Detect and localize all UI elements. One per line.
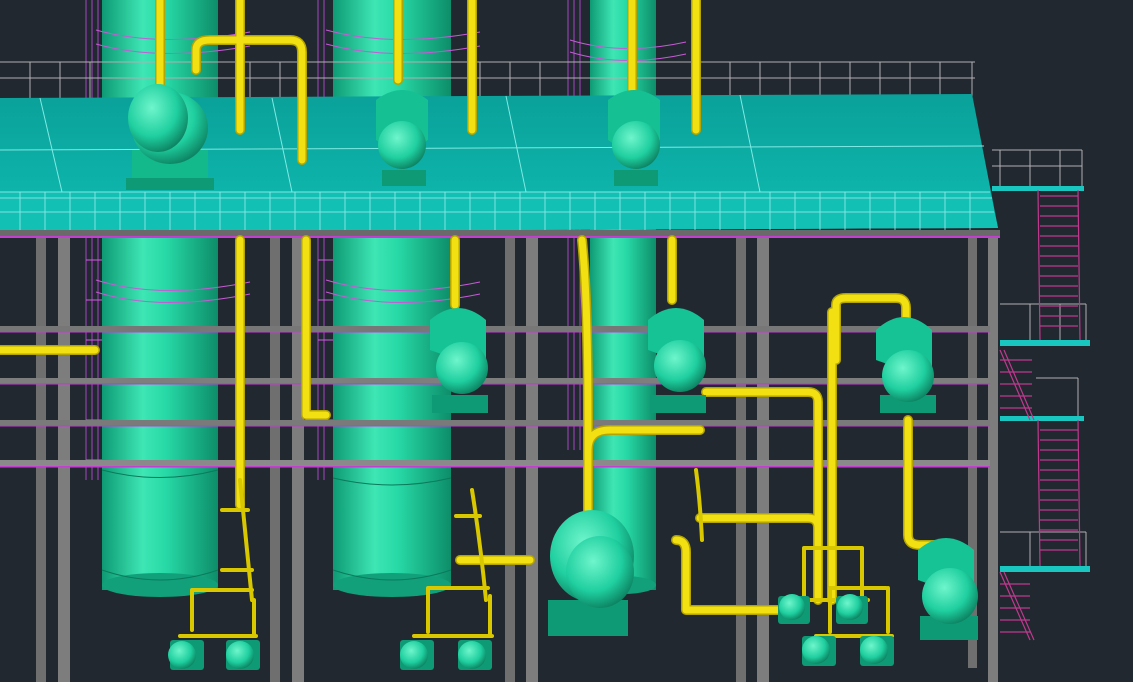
cad-3d-viewport[interactable] bbox=[0, 0, 1133, 682]
vessel-right-upper[interactable] bbox=[876, 317, 936, 413]
column-3[interactable] bbox=[590, 0, 656, 594]
pump-b2[interactable] bbox=[458, 640, 492, 670]
reboiler-drum[interactable] bbox=[548, 510, 634, 636]
pump-a2[interactable] bbox=[226, 640, 260, 670]
pump-a1[interactable] bbox=[168, 640, 204, 670]
vessel-mid-1[interactable] bbox=[430, 308, 488, 413]
vessel-right-lower[interactable] bbox=[918, 538, 978, 640]
stairway[interactable] bbox=[999, 189, 1081, 641]
pump-c1[interactable] bbox=[778, 594, 810, 624]
pump-d1[interactable] bbox=[802, 636, 836, 666]
reflux-drum-3[interactable] bbox=[608, 90, 660, 186]
plant-model-canvas[interactable] bbox=[0, 0, 1133, 682]
pump-d2[interactable] bbox=[860, 636, 894, 666]
side-platforms bbox=[992, 149, 1090, 572]
pump-b1[interactable] bbox=[400, 640, 434, 670]
vessel-mid-2[interactable] bbox=[648, 308, 706, 413]
pump-c2[interactable] bbox=[836, 594, 868, 624]
reflux-drum-2[interactable] bbox=[376, 90, 428, 186]
